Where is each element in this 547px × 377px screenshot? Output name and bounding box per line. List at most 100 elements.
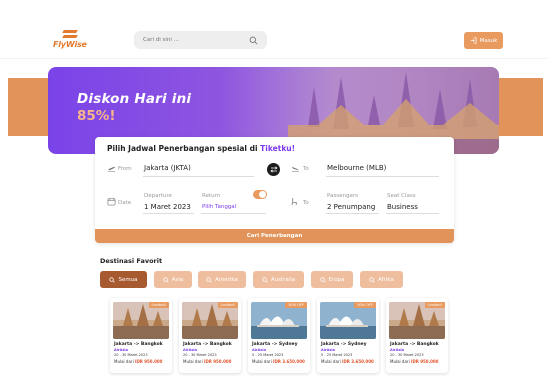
chip-search-icon — [109, 276, 116, 283]
seat-row-label: To — [303, 200, 309, 206]
destination-card[interactable]: Limited! Jakarta -> Bangkok AirAsia 20 - 30… — [386, 298, 448, 373]
chip-label: Amerika — [215, 276, 238, 283]
card-title-prefix: Pilih Jadwal Penerbangan spesial di — [107, 144, 261, 153]
search-input[interactable] — [143, 37, 249, 43]
departure-label: Departure — [144, 193, 172, 199]
destination-price: Mulai dari IDR 950.000 — [183, 359, 231, 364]
chip-search-icon — [206, 276, 212, 283]
price-prefix: Mulai dari — [321, 359, 342, 364]
destination-card[interactable]: 50% OFF Jakarta -> Sydney AirAsia 5 - 25 Ma… — [317, 298, 379, 373]
date-label: Date — [118, 200, 132, 206]
chip-label: Eropa — [328, 276, 345, 283]
chip-label: Asia — [171, 276, 184, 283]
destination-dates: 20 - 30 Maret 2023 — [390, 353, 424, 357]
departure-field[interactable]: 1 Maret 2023 — [144, 203, 191, 211]
to-label: To — [303, 166, 309, 172]
chip-search-icon — [163, 276, 169, 283]
chip-eropa[interactable]: Eropa — [311, 271, 353, 288]
chip-label: Semua — [118, 276, 138, 283]
destination-airline: AirAsia — [114, 348, 128, 352]
price-prefix: Mulai dari — [114, 359, 135, 364]
price-value: IDR 950.000 — [134, 359, 163, 364]
chip-afrika[interactable]: Afrika — [360, 271, 403, 288]
price-value: IDR 950.000 — [203, 359, 232, 364]
seat-icon — [291, 198, 297, 206]
departure-underline — [143, 213, 194, 214]
destination-dates: 20 - 30 Maret 2023 — [183, 353, 217, 357]
passengers-label: Passengers — [327, 193, 359, 199]
calendar-icon — [107, 197, 116, 206]
destination-badge: 50% OFF — [285, 302, 307, 308]
destination-price: Mulai dari IDR 3.650.000 — [252, 359, 305, 364]
destination-card[interactable]: 50% OFF Jakarta -> Sydney AirAsia 5 - 25 Ma… — [248, 298, 310, 373]
swap-button[interactable] — [267, 163, 280, 176]
destination-price: Mulai dari IDR 3.650.000 — [321, 359, 374, 364]
search-icon[interactable] — [249, 36, 258, 45]
destination-card[interactable]: Limited! Jakarta -> Bangkok AirAsia 20 - 30… — [110, 298, 172, 373]
to-underline — [326, 176, 439, 177]
price-value: IDR 3.650.000 — [341, 359, 374, 364]
card-title-accent: Tiketku! — [260, 144, 296, 153]
destination-price: Mulai dari IDR 950.000 — [390, 359, 438, 364]
to-field[interactable]: Melbourne (MLB) — [327, 164, 386, 172]
login-icon — [470, 37, 477, 44]
plane-landing-icon — [292, 166, 299, 172]
destination-card[interactable]: Limited! Jakarta -> Bangkok AirAsia 20 - 30… — [179, 298, 241, 373]
seat-class-label: Seat Class — [387, 193, 416, 199]
destination-dates: 5 - 25 Maret 2023 — [252, 353, 284, 357]
chip-australia[interactable]: Australia — [253, 271, 304, 288]
destination-badge: Limited! — [217, 302, 238, 308]
banner-discount: 85%! — [77, 108, 116, 124]
chip-asia[interactable]: Asia — [154, 271, 192, 288]
banner-title: Diskon Hari ini — [77, 91, 192, 107]
passengers-underline — [326, 213, 379, 214]
return-field[interactable]: Pilih Tanggal — [202, 204, 236, 210]
page: FlyWise Masuk — [0, 0, 547, 377]
from-underline — [143, 176, 254, 177]
from-label: From — [118, 166, 132, 172]
header-divider — [0, 58, 547, 59]
destination-badge: 50% OFF — [354, 302, 376, 308]
price-value: IDR 950.000 — [410, 359, 439, 364]
plane-takeoff-icon — [108, 166, 115, 172]
fw-logo-icon — [63, 30, 77, 39]
price-prefix: Mulai dari — [252, 359, 273, 364]
logo[interactable]: FlyWise — [53, 30, 87, 49]
return-toggle[interactable] — [253, 190, 267, 199]
destination-route: Jakarta -> Sydney — [252, 342, 298, 347]
destination-route: Jakarta -> Sydney — [321, 342, 367, 347]
chip-search-icon — [262, 276, 268, 283]
login-label: Masuk — [479, 37, 498, 44]
destination-badge: Limited! — [148, 302, 169, 308]
chip-semua[interactable]: Semua — [100, 271, 147, 288]
destination-airline: AirAsia — [321, 348, 335, 352]
chip-label: Afrika — [378, 276, 394, 283]
card-title: Pilih Jadwal Penerbangan spesial di Tike… — [107, 144, 295, 153]
destination-route: Jakarta -> Bangkok — [390, 342, 439, 347]
from-field[interactable]: Jakarta (JKTA) — [144, 164, 191, 172]
price-prefix: Mulai dari — [183, 359, 204, 364]
price-prefix: Mulai dari — [390, 359, 411, 364]
destination-airline: AirAsia — [252, 348, 266, 352]
seat-class-underline — [386, 213, 439, 214]
login-button[interactable]: Masuk — [464, 32, 503, 49]
chip-search-icon — [369, 276, 375, 283]
destination-airline: AirAsia — [390, 348, 404, 352]
destination-route: Jakarta -> Bangkok — [114, 342, 163, 347]
price-value: IDR 3.650.000 — [272, 359, 305, 364]
chip-amerika[interactable]: Amerika — [198, 271, 246, 288]
destination-airline: AirAsia — [183, 348, 197, 352]
search-bar[interactable] — [134, 31, 267, 49]
logo-text: FlyWise — [53, 40, 87, 49]
seat-class-field[interactable]: Business — [387, 203, 418, 211]
chip-search-icon — [319, 276, 326, 283]
destination-route: Jakarta -> Bangkok — [183, 342, 232, 347]
destination-dates: 20 - 30 Maret 2023 — [114, 353, 148, 357]
passengers-field[interactable]: 2 Penumpang — [327, 203, 375, 211]
destination-dates: 5 - 25 Maret 2023 — [321, 353, 353, 357]
flight-search-card: Pilih Jadwal Penerbangan spesial di Tike… — [95, 137, 454, 243]
top-header: FlyWise Masuk — [0, 0, 547, 58]
search-flights-button[interactable]: Cari Penerbangan — [95, 229, 454, 243]
chip-label: Australia — [270, 276, 296, 283]
return-label: Return — [202, 193, 221, 199]
